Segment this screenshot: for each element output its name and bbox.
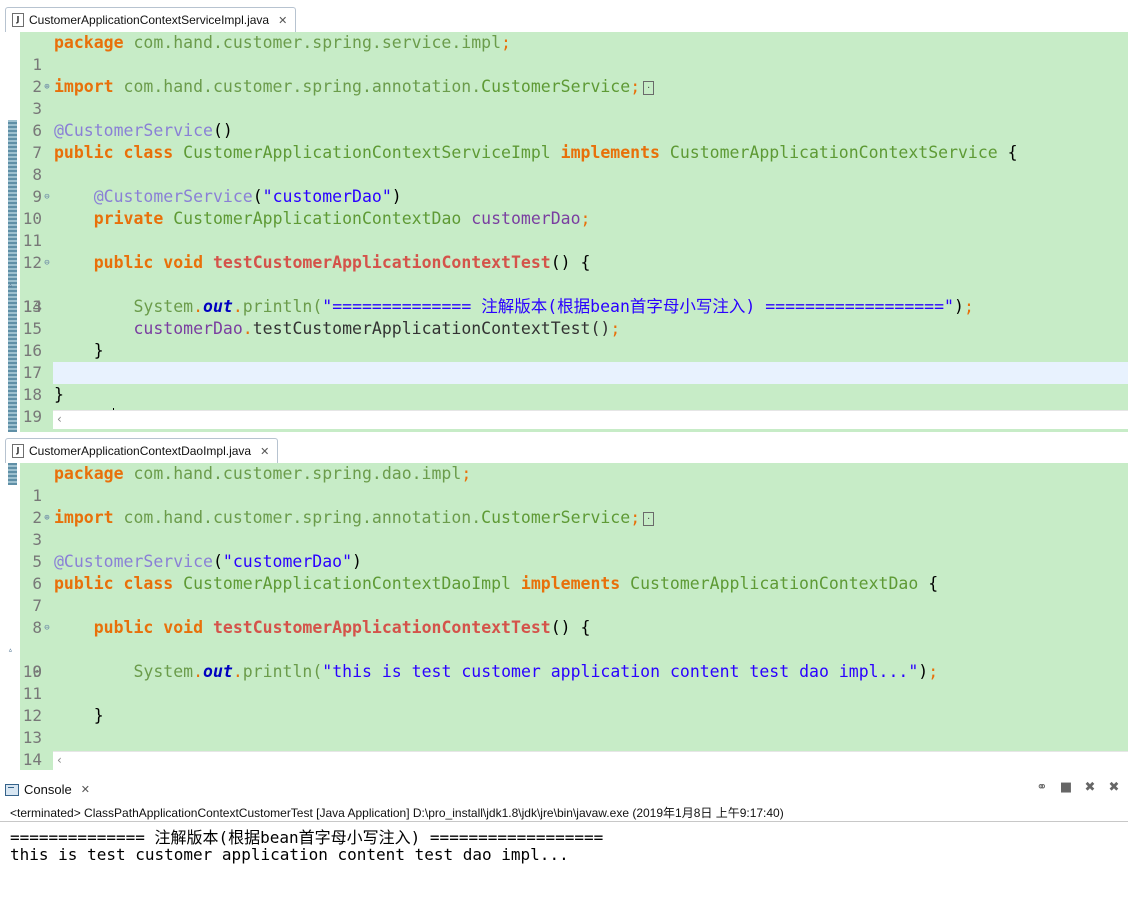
code-line: 16 customerDao.testCustomerApplicationCo…	[22, 319, 621, 360]
code-line: 19 }	[22, 385, 64, 426]
code-line: 7 public class CustomerApplicationContex…	[32, 574, 939, 615]
code-line: 1 package com.hand.customer.spring.dao.i…	[32, 464, 472, 505]
code-line: ▵ 9 ⊖ public void testCustomerApplicatio…	[8, 617, 591, 681]
collapse-fold-icon[interactable]: ⊖	[42, 252, 52, 274]
code-line: 14	[22, 750, 42, 769]
code-line: 6 @CustomerService("customerDao")	[32, 552, 362, 593]
editor-pane-dao-impl: J CustomerApplicationContextDaoImpl.java…	[0, 435, 1128, 770]
code-line: 6	[32, 121, 42, 140]
code-line: ▵ 13 ⊖ public void testCustomerApplicati…	[8, 252, 591, 316]
close-icon[interactable]: ✕	[81, 783, 90, 796]
collapsed-imports-icon[interactable]: .	[643, 511, 655, 526]
editor-tab-dao-impl[interactable]: J CustomerApplicationContextDaoImpl.java…	[5, 438, 279, 463]
code-line: 1 package com.hand.customer.spring.servi…	[32, 33, 511, 74]
console-output-line: this is test customer application conten…	[10, 845, 569, 864]
editor-pane-service-impl: J CustomerApplicationContextServiceImpl.…	[0, 0, 1128, 432]
console-tab[interactable]: Console ✕	[5, 778, 90, 801]
java-file-icon: J	[12, 13, 24, 27]
close-icon[interactable]: ✕	[260, 445, 269, 458]
code-line: 10 ⊖ @CustomerService("customerDao")	[22, 186, 402, 228]
remove-launch-icon[interactable]: ✖	[1082, 779, 1098, 795]
code-line: 8 public class CustomerApplicationContex…	[32, 143, 1018, 184]
console-icon	[5, 783, 19, 796]
console-output[interactable]: ============== 注解版本(根据bean首字母小写注入) =====…	[0, 821, 1128, 914]
editor-tabbar: J CustomerApplicationContextServiceImpl.…	[0, 4, 1128, 33]
code-line: 8	[32, 618, 42, 637]
code-line: 9	[32, 187, 42, 206]
code-line: 17 }	[22, 341, 104, 382]
code-line: 5	[32, 552, 42, 571]
code-line: 12	[22, 253, 42, 272]
editor-tab-service-impl[interactable]: J CustomerApplicationContextServiceImpl.…	[5, 7, 297, 32]
code-line: 15 System.out.println("============== 注解…	[22, 297, 974, 338]
console-tab-title: Console	[24, 782, 72, 797]
java-file-icon: J	[12, 444, 24, 458]
code-line: 11 System.out.println("this is test cust…	[22, 662, 939, 703]
editor-tab-title: CustomerApplicationContextServiceImpl.ja…	[29, 13, 270, 27]
collapse-fold-icon[interactable]: ⊖	[42, 186, 52, 208]
expand-fold-icon[interactable]: ⊕	[42, 507, 52, 529]
current-line: 18	[23, 362, 1128, 428]
collapsed-imports-icon[interactable]: .	[643, 80, 655, 95]
expand-fold-icon[interactable]: ⊕	[42, 76, 52, 98]
code-line: 14	[22, 297, 42, 316]
close-icon[interactable]: ✕	[278, 14, 287, 27]
code-line: 2	[32, 508, 42, 527]
editor-tab-title: CustomerApplicationContextDaoImpl.java	[29, 444, 252, 458]
code-editor[interactable]: 1 package com.hand.customer.spring.servi…	[0, 32, 1128, 432]
terminate-icon[interactable]: ■	[1058, 779, 1074, 795]
remove-all-terminated-icon[interactable]: ✖	[1106, 779, 1122, 795]
code-line: 2	[32, 77, 42, 96]
collapse-fold-icon[interactable]: ⊖	[42, 617, 52, 639]
code-line: 13 }	[22, 706, 104, 747]
scroll-left-icon[interactable]: ‹	[57, 753, 62, 767]
editor-tabbar: J CustomerApplicationContextDaoImpl.java…	[0, 435, 1128, 464]
code-line: 3 ⊕ import com.hand.customer.spring.anno…	[0, 76, 1128, 118]
console-status: <terminated> ClassPathApplicationContext…	[10, 806, 784, 820]
pin-console-icon[interactable]: ⚭	[1034, 779, 1050, 795]
code-editor[interactable]: 1 package com.hand.customer.spring.dao.i…	[0, 463, 1128, 770]
scroll-left-icon[interactable]: ‹	[57, 412, 62, 426]
code-line: 11 private CustomerApplicationContextDao…	[22, 209, 591, 250]
horizontal-scrollbar[interactable]: ‹	[53, 751, 1128, 770]
code-line: 10	[22, 662, 42, 681]
code-line: 12	[22, 706, 42, 725]
horizontal-scrollbar[interactable]: ‹	[53, 410, 1128, 429]
code-line: 3 ⊕ import com.hand.customer.spring.anno…	[0, 507, 1128, 549]
console-toolbar: ⚭ ■ ✖ ✖	[1034, 779, 1122, 795]
code-line: 7 @CustomerService()	[32, 121, 233, 162]
console-tabbar: Console ✕ ⚭ ■ ✖ ✖	[0, 775, 1128, 801]
